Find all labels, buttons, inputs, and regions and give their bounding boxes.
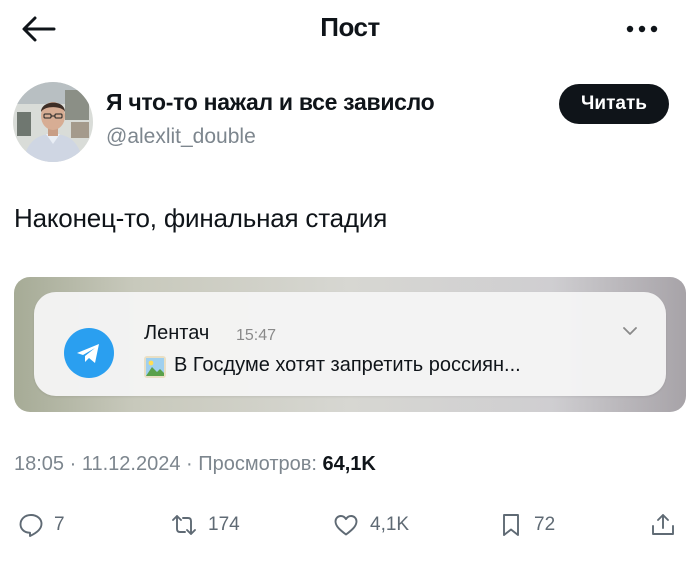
views-label: Просмотров:	[198, 453, 317, 475]
reply-count: 7	[54, 514, 65, 535]
post-time: 18:05	[14, 453, 65, 475]
avatar[interactable]	[13, 82, 93, 162]
bookmark-icon	[503, 514, 519, 536]
author-name[interactable]: Я что-то нажал и все зависло	[106, 89, 435, 116]
repost-button[interactable]: 174	[170, 508, 240, 542]
share-icon	[652, 514, 674, 535]
separator-dot: ·	[69, 453, 77, 475]
reply-icon	[19, 514, 43, 537]
views-count[interactable]: 64,1K	[323, 453, 376, 475]
more-options-button[interactable]	[620, 14, 664, 44]
repost-icon	[172, 515, 196, 535]
heart-icon	[334, 515, 358, 536]
post-text: Наконец-то, финальная стадия	[14, 203, 388, 233]
follow-button[interactable]: Читать	[559, 84, 669, 124]
page-title: Пост	[320, 12, 380, 42]
like-count: 4,1K	[370, 514, 410, 535]
reply-button[interactable]: 7	[18, 508, 65, 542]
notification-time: 15:47	[236, 327, 277, 344]
author-handle[interactable]: @alexlit_double	[106, 125, 256, 149]
post-meta: 18:05 · 11.12.2024 · Просмотров: 64,1K	[14, 453, 376, 476]
share-button[interactable]	[650, 508, 676, 542]
notification-message: В Госдуме хотят запретить россиян...	[174, 354, 521, 376]
notification-card: Лентач 15:47 В Госдуме хотят запретить р…	[34, 292, 666, 396]
chevron-down-icon	[622, 324, 638, 336]
bookmark-count: 72	[534, 514, 556, 535]
post-date: 11.12.2024	[81, 453, 181, 475]
telegram-icon	[64, 328, 114, 378]
separator-dot: ·	[186, 453, 193, 475]
bookmark-button[interactable]: 72	[498, 508, 555, 542]
picture-emoji-icon	[144, 356, 166, 378]
notification-sender: Лентач	[144, 322, 210, 344]
like-button[interactable]: 4,1K	[332, 508, 409, 542]
repost-count: 174	[208, 514, 240, 535]
post-media-image[interactable]: Лентач 15:47 В Госдуме хотят запретить р…	[14, 277, 686, 412]
more-horizontal-icon	[626, 25, 658, 33]
